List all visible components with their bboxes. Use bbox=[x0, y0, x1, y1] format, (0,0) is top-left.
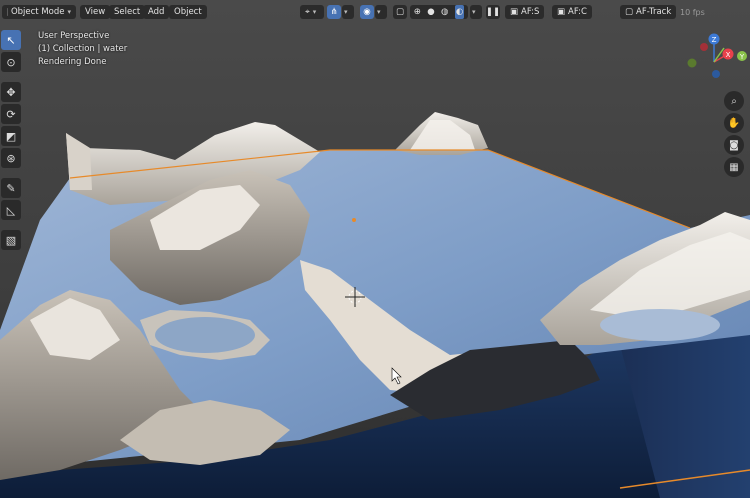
viewport-header: Object Mode ▾ View Select Add Object ⌖ ▾ … bbox=[0, 0, 750, 24]
object-mode-icon bbox=[7, 8, 8, 16]
af-track-button[interactable]: ▢ AF-Track bbox=[620, 5, 677, 19]
chevron-down-icon: ▾ bbox=[377, 8, 381, 16]
terrain-render bbox=[0, 112, 750, 498]
chevron-down-icon: ▾ bbox=[344, 8, 348, 16]
neg-x-axis-handle bbox=[700, 43, 708, 51]
camera-view-button[interactable]: ◙ bbox=[724, 135, 744, 155]
x-axis-label: X bbox=[726, 51, 731, 59]
transform-icon: ⊛ bbox=[6, 151, 16, 165]
add-cube-icon: ▧ bbox=[5, 233, 17, 247]
object-origin-dot bbox=[352, 218, 356, 222]
measure-tool-button[interactable]: ◺ bbox=[1, 200, 21, 220]
tool-shelf: ↖ ⊙ ✥ ⟳ ◩ ⊛ ✎ ◺ ▧ bbox=[0, 28, 23, 252]
neg-y-axis-handle bbox=[687, 58, 697, 68]
overlay-button[interactable]: ▢ bbox=[393, 5, 407, 19]
proportional-edit-button[interactable]: ◉ bbox=[360, 5, 374, 19]
y-axis-label: Y bbox=[739, 53, 745, 61]
z-axis-label: Z bbox=[712, 36, 717, 44]
mode-select[interactable]: Object Mode ▾ bbox=[2, 5, 76, 19]
proportional-edit-icon: ◉ bbox=[363, 7, 371, 17]
pan-hand-icon: ✋ bbox=[727, 117, 741, 129]
track-icon: ▢ bbox=[625, 7, 634, 17]
measure-icon: ◺ bbox=[6, 203, 16, 217]
camera-icon: ▣ bbox=[510, 7, 519, 17]
solid-shading-icon[interactable]: ● bbox=[427, 5, 434, 19]
viewport-info: User Perspective (1) Collection | water … bbox=[38, 30, 127, 69]
shading-modes[interactable]: ⊕ ● ◍ ◐ bbox=[410, 5, 468, 19]
af-s-button[interactable]: ▣ AF:S bbox=[505, 5, 545, 19]
annotate-icon: ✎ bbox=[6, 181, 16, 195]
grid-icon: ▦ bbox=[729, 161, 739, 173]
camera-icon: ◙ bbox=[729, 139, 739, 151]
proportional-dropdown[interactable]: ▾ bbox=[375, 5, 387, 19]
pause-icon: ❚❚ bbox=[485, 7, 501, 17]
zoom-icon: ⌕ bbox=[731, 95, 737, 107]
overlay-icon: ▢ bbox=[395, 7, 405, 17]
3d-cursor-icon: ⊙ bbox=[6, 55, 16, 69]
chevron-down-icon: ▾ bbox=[472, 8, 476, 16]
transform-tool-button[interactable]: ⊛ bbox=[1, 148, 21, 168]
menu-object[interactable]: Object bbox=[169, 5, 207, 19]
render-status: Rendering Done bbox=[38, 57, 107, 67]
snap-dropdown[interactable]: ▾ bbox=[342, 5, 354, 19]
zoom-button[interactable]: ⌕ bbox=[724, 91, 744, 111]
chevron-down-icon: ▾ bbox=[67, 8, 71, 16]
af-c-button[interactable]: ▣ AF:C bbox=[552, 5, 592, 19]
3d-viewport[interactable]: Object Mode ▾ View Select Add Object ⌖ ▾ … bbox=[0, 0, 750, 498]
orientation-icon: ⌖ bbox=[305, 7, 310, 17]
shading-dropdown[interactable]: ▾ bbox=[470, 5, 482, 19]
rendered-shading-icon[interactable]: ◐ bbox=[454, 5, 465, 19]
move-icon: ✥ bbox=[6, 85, 16, 99]
snap-icon: ⋔ bbox=[330, 7, 338, 17]
neg-z-axis-handle bbox=[712, 70, 720, 78]
menu-add[interactable]: Add bbox=[143, 5, 170, 19]
cursor-tool-button[interactable]: ⊙ bbox=[1, 52, 21, 72]
collection-label: (1) Collection | water bbox=[38, 44, 128, 54]
mode-label: Object Mode bbox=[10, 7, 65, 17]
pause-button[interactable]: ❚❚ bbox=[486, 5, 500, 19]
view-name: User Perspective bbox=[38, 31, 110, 41]
wireframe-shading-icon[interactable]: ⊕ bbox=[414, 5, 421, 19]
transform-orientation-button[interactable]: ⌖ ▾ bbox=[300, 5, 324, 19]
material-shading-icon[interactable]: ◍ bbox=[441, 5, 448, 19]
ortho-toggle-button[interactable]: ▦ bbox=[724, 157, 744, 177]
chevron-down-icon: ▾ bbox=[312, 8, 317, 16]
annotate-tool-button[interactable]: ✎ bbox=[1, 178, 21, 198]
select-tool-button[interactable]: ↖ bbox=[1, 30, 21, 50]
add-cube-tool-button[interactable]: ▧ bbox=[1, 230, 21, 250]
cursor-select-icon: ↖ bbox=[6, 33, 16, 47]
rotate-tool-button[interactable]: ⟳ bbox=[1, 104, 21, 124]
snap-toggle-button[interactable]: ⋔ bbox=[327, 5, 341, 19]
scale-icon: ◩ bbox=[5, 129, 17, 143]
fps-readout: 10 fps bbox=[680, 8, 705, 17]
scale-tool-button[interactable]: ◩ bbox=[1, 126, 21, 146]
menu-view[interactable]: View bbox=[80, 5, 111, 19]
camera-icon: ▣ bbox=[557, 7, 566, 17]
rotate-icon: ⟳ bbox=[6, 107, 16, 121]
navigation-gizmo[interactable]: Z X Y bbox=[680, 30, 748, 90]
menu-select[interactable]: Select bbox=[109, 5, 146, 19]
move-tool-button[interactable]: ✥ bbox=[1, 82, 21, 102]
pan-button[interactable]: ✋ bbox=[724, 113, 744, 133]
